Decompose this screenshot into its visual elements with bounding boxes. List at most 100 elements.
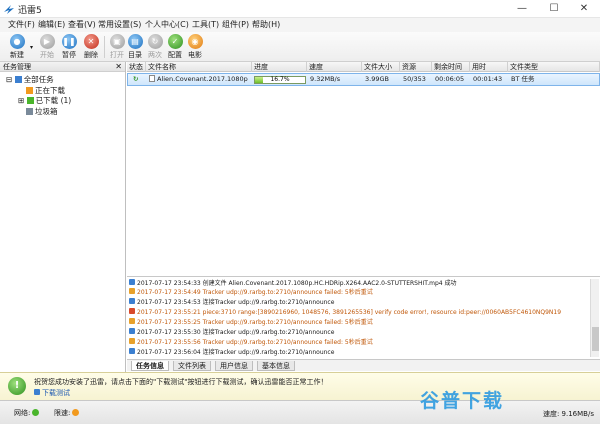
row-speed: 9.32MB/s	[310, 75, 341, 83]
menu-plugins[interactable]: 组件(P)	[222, 19, 249, 30]
progress-bar: 16.7%	[254, 76, 306, 84]
tree-item-all-tasks[interactable]: ⊟ 全部任务	[6, 75, 54, 84]
movie-icon: ◉	[187, 34, 203, 49]
download-test-label: 下载测试	[42, 389, 70, 397]
config-label: 配置	[168, 51, 182, 59]
new-label: 新建	[10, 51, 24, 59]
config-button[interactable]: ✓ 配置	[164, 33, 186, 61]
info-notice-icon: !	[8, 377, 26, 395]
tab-user-info[interactable]: 用户信息	[215, 361, 253, 371]
toolbar-separator	[104, 36, 105, 58]
start-label: 开始	[40, 51, 54, 59]
task-manager-title: 任务管理	[3, 63, 31, 71]
all-tasks-icon	[14, 76, 22, 83]
repeat-label: 两次	[148, 51, 162, 59]
log-text: 2017-07-17 23:55:21 piece:3710 range:[38…	[137, 309, 562, 316]
log-line: 2017-07-17 23:55:56 Tracker udp://9.rarb…	[129, 338, 587, 347]
menu-settings[interactable]: 常用设置(S)	[98, 19, 141, 30]
column-sources[interactable]: 资源	[400, 62, 432, 72]
notice-text: 祝贺您成功安装了迅雷，请点击下面的"下载测试"按钮进行下载测试，确认迅雷能否正常…	[34, 378, 328, 386]
tab-file-list[interactable]: 文件列表	[173, 361, 211, 371]
minimize-button[interactable]: —	[506, 0, 538, 18]
column-speed[interactable]: 速度	[307, 62, 362, 72]
warning-icon	[129, 288, 135, 294]
menu-personal[interactable]: 个人中心(C)	[145, 19, 189, 30]
config-icon: ✓	[167, 34, 183, 49]
network-label: 网络:	[14, 409, 31, 417]
speed-limit-icon	[72, 409, 80, 416]
start-button[interactable]: ▶ 开始	[36, 33, 58, 61]
tree-collapse-icon[interactable]: ⊟	[6, 75, 12, 84]
log-text: 2017-07-17 23:54:33 创建文件 Alien.Covenant.…	[137, 280, 457, 287]
downloading-icon	[26, 87, 33, 94]
row-type: BT 任务	[511, 75, 535, 83]
menu-tools[interactable]: 工具(T)	[192, 19, 219, 30]
column-type[interactable]: 文件类型	[508, 62, 600, 72]
log-line: 2017-07-17 23:54:49 Tracker udp://9.rarb…	[129, 288, 587, 297]
movie-button[interactable]: ◉ 电影	[184, 33, 206, 61]
error-icon	[129, 308, 135, 314]
network-icon	[32, 409, 40, 416]
tab-basic-info[interactable]: 基本信息	[257, 361, 295, 371]
progress-text: 16.7%	[270, 76, 290, 83]
speed-limit-status[interactable]: 限速:	[54, 408, 80, 418]
tree-item-downloading[interactable]: 正在下载	[26, 86, 65, 95]
file-icon	[149, 75, 155, 82]
tree-label: 已下载 (1)	[35, 96, 72, 105]
menu-file[interactable]: 文件(F)	[8, 19, 35, 30]
new-dropdown-icon[interactable]: ▾	[30, 44, 33, 51]
column-size[interactable]: 文件大小	[362, 62, 400, 72]
pause-label: 暂停	[62, 51, 76, 59]
tab-task-info[interactable]: 任务信息	[131, 361, 169, 371]
maximize-button[interactable]: ☐	[538, 0, 570, 18]
log-line: 2017-07-17 23:54:33 创建文件 Alien.Covenant.…	[129, 279, 587, 288]
log-text: 2017-07-17 23:55:56 Tracker udp://9.rarb…	[137, 339, 373, 346]
log-line: 2017-07-17 23:55:21 piece:3710 range:[38…	[129, 308, 587, 317]
log-line: 2017-07-17 23:54:53 连接Tracker udp://9.ra…	[129, 298, 587, 307]
repeat-icon: ↻	[147, 34, 163, 49]
column-elapsed[interactable]: 用时	[470, 62, 508, 72]
tree-item-trash[interactable]: 垃圾箱	[26, 107, 58, 116]
tree-expand-icon[interactable]: ⊞	[18, 96, 24, 105]
repeat-button[interactable]: ↻ 两次	[144, 33, 166, 61]
log-text: 2017-07-17 23:54:53 连接Tracker udp://9.ra…	[137, 299, 335, 306]
folder-button[interactable]: ▤ 目录	[124, 33, 146, 61]
completed-icon	[26, 97, 34, 104]
delete-button[interactable]: ✕ 删除	[80, 33, 102, 61]
task-manager-panel: 任务管理 ✕ ⊟ 全部任务 正在下载 ⊞ 已下载 (1) 垃圾箱	[0, 62, 126, 400]
pause-button[interactable]: ❚❚ 暂停	[58, 33, 80, 61]
column-name[interactable]: 文件名称	[146, 62, 252, 72]
column-remaining[interactable]: 剩余时间	[432, 62, 470, 72]
toolbar: ● 新建 ▾ ▶ 开始 ❚❚ 暂停 ✕ 删除 ▣ 打开 ▤ 目录 ↻ 两次 ✓ …	[0, 32, 600, 62]
network-status[interactable]: 网络:	[14, 408, 40, 418]
info-icon	[129, 328, 135, 334]
speed-readout: 速度: 9.16MB/s	[542, 410, 594, 418]
delete-label: 删除	[84, 51, 98, 59]
close-button[interactable]: ✕	[568, 0, 600, 18]
log-scrollbar[interactable]	[590, 279, 599, 357]
menu-bar: 文件(F) 编辑(E) 查看(V) 常用设置(S) 个人中心(C) 工具(T) …	[0, 18, 600, 32]
menu-view[interactable]: 查看(V)	[68, 19, 96, 30]
start-icon: ▶	[39, 34, 55, 49]
log-text: 2017-07-17 23:55:30 连接Tracker udp://9.ra…	[137, 329, 335, 336]
table-row[interactable]: ↻ Alien.Covenant.2017.1080p 16.7% 9.32MB…	[127, 73, 600, 86]
status-bar: 网络: 限速: 速度: 9.16MB/s	[0, 400, 600, 424]
folder-icon: ▤	[127, 34, 143, 49]
folder-label: 目录	[128, 51, 142, 59]
open-icon: ▣	[109, 34, 125, 49]
column-progress[interactable]: 进度	[252, 62, 307, 72]
tree-label: 垃圾箱	[35, 107, 58, 116]
tree-label: 正在下载	[35, 86, 65, 95]
log-scrollbar-thumb[interactable]	[592, 327, 599, 351]
tree-item-completed[interactable]: ⊞ 已下载 (1)	[18, 96, 71, 105]
panel-close-icon[interactable]: ✕	[115, 62, 122, 72]
menu-help[interactable]: 帮助(H)	[252, 19, 280, 30]
download-test-link[interactable]: 下载测试	[34, 388, 70, 398]
row-name: Alien.Covenant.2017.1080p	[157, 75, 248, 83]
menu-edit[interactable]: 编辑(E)	[38, 19, 65, 30]
column-status[interactable]: 状态	[127, 62, 146, 72]
new-button[interactable]: ● 新建	[6, 33, 28, 61]
log-text: 2017-07-17 23:55:25 Tracker udp://9.rarb…	[137, 319, 373, 326]
pause-icon: ❚❚	[61, 34, 77, 49]
new-icon: ●	[9, 34, 25, 49]
